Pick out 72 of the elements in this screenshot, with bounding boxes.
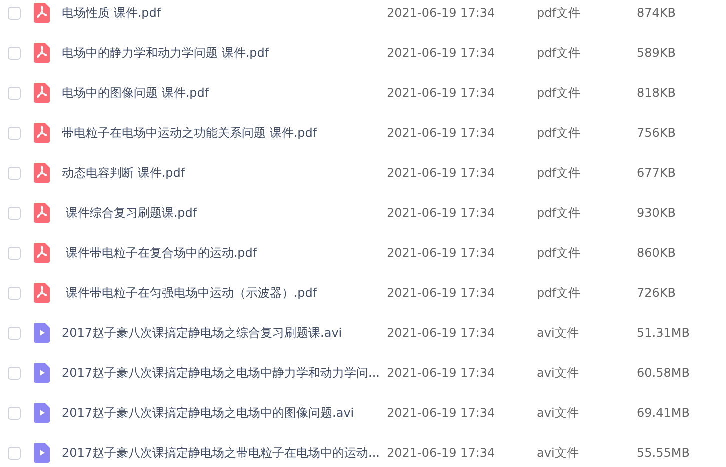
checkbox[interactable] [8, 46, 21, 60]
video-file-icon [34, 443, 50, 463]
file-name[interactable]: 电场中的图像问题 课件.pdf [62, 84, 387, 102]
checkbox[interactable] [8, 86, 21, 100]
file-name[interactable]: 2017赵子豪八次课搞定静电场之电场中静力学和动力学问... [62, 364, 387, 382]
pdf-file-icon [34, 203, 50, 223]
file-size: 874KB [637, 5, 676, 22]
checkbox[interactable] [8, 6, 21, 20]
file-size: 51.31MB [637, 325, 690, 342]
checkbox[interactable] [8, 446, 21, 460]
file-size: 860KB [637, 245, 676, 262]
checkbox[interactable] [8, 406, 21, 420]
file-type: avi文件 [537, 405, 580, 422]
file-size: 55.55MB [637, 445, 690, 462]
file-size: 818KB [637, 85, 676, 102]
pdf-file-icon [34, 3, 50, 23]
file-name[interactable]: 课件带电粒子在复合场中的运动.pdf [62, 244, 387, 262]
file-size: 589KB [637, 45, 676, 62]
video-file-icon [34, 323, 50, 343]
file-size: 677KB [637, 165, 676, 182]
modified-date: 2021-06-19 17:34 [387, 205, 496, 222]
pdf-file-icon [34, 243, 50, 263]
file-type: pdf文件 [537, 205, 582, 222]
file-type: avi文件 [537, 325, 580, 342]
modified-date: 2021-06-19 17:34 [387, 5, 496, 22]
modified-date: 2021-06-19 17:34 [387, 165, 496, 182]
file-type: avi文件 [537, 365, 580, 382]
file-type: avi文件 [537, 445, 580, 462]
modified-date: 2021-06-19 17:34 [387, 445, 496, 462]
file-type: pdf文件 [537, 45, 582, 62]
modified-date: 2021-06-19 17:34 [387, 85, 496, 102]
checkbox[interactable] [8, 286, 21, 300]
file-type: pdf文件 [537, 285, 582, 302]
file-name[interactable]: 2017赵子豪八次课搞定静电场之电场中的图像问题.avi [62, 404, 387, 422]
file-type: pdf文件 [537, 245, 582, 262]
video-file-icon [34, 403, 50, 423]
file-type: pdf文件 [537, 125, 582, 142]
pdf-file-icon [34, 163, 50, 183]
modified-date: 2021-06-19 17:34 [387, 45, 496, 62]
modified-date: 2021-06-19 17:34 [387, 125, 496, 142]
file-name[interactable]: 课件带电粒子在匀强电场中运动（示波器）.pdf [62, 284, 387, 302]
file-size: 60.58MB [637, 365, 690, 382]
pdf-file-icon [34, 123, 50, 143]
modified-date: 2021-06-19 17:34 [387, 365, 496, 382]
modified-date: 2021-06-19 17:34 [387, 285, 496, 302]
checkbox[interactable] [8, 166, 21, 180]
file-type: pdf文件 [537, 5, 582, 22]
file-name[interactable]: 2017赵子豪八次课搞定静电场之带电粒子在电场中的运动... [62, 444, 387, 462]
checkbox[interactable] [8, 366, 21, 380]
pdf-file-icon [34, 283, 50, 303]
file-size: 930KB [637, 205, 676, 222]
file-name[interactable]: 课件综合复习刷题课.pdf [62, 204, 387, 222]
checkbox[interactable] [8, 326, 21, 340]
checkbox[interactable] [8, 206, 21, 220]
file-size: 726KB [637, 285, 676, 302]
checkbox[interactable] [8, 126, 21, 140]
file-type: pdf文件 [537, 85, 582, 102]
modified-date: 2021-06-19 17:34 [387, 245, 496, 262]
modified-date: 2021-06-19 17:34 [387, 405, 496, 422]
file-size: 756KB [637, 125, 676, 142]
pdf-file-icon [34, 83, 50, 103]
file-type: pdf文件 [537, 165, 582, 182]
pdf-file-icon [34, 43, 50, 63]
file-name[interactable]: 电场中的静力学和动力学问题 课件.pdf [62, 44, 387, 62]
video-file-icon [34, 363, 50, 383]
checkbox[interactable] [8, 246, 21, 260]
file-size: 69.41MB [637, 405, 690, 422]
file-name[interactable]: 2017赵子豪八次课搞定静电场之综合复习刷题课.avi [62, 324, 387, 342]
file-name[interactable]: 带电粒子在电场中运动之功能关系问题 课件.pdf [62, 124, 387, 142]
file-name[interactable]: 电场性质 课件.pdf [62, 4, 387, 22]
file-name[interactable]: 动态电容判断 课件.pdf [62, 164, 387, 182]
modified-date: 2021-06-19 17:34 [387, 325, 496, 342]
